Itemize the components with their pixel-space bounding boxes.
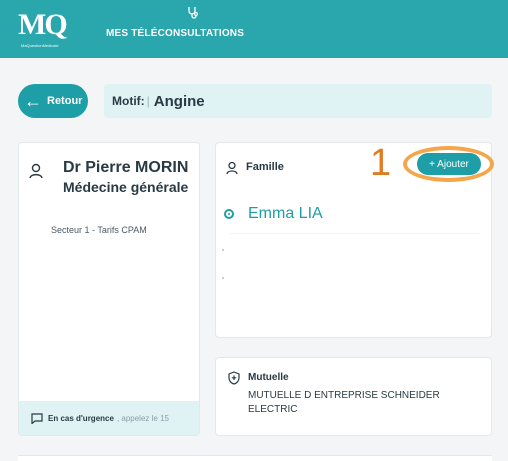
chat-bubble-icon: [31, 412, 43, 424]
divider: [230, 233, 480, 234]
famille-label: Famille: [246, 161, 284, 173]
placeholder-dot: [222, 249, 224, 251]
urgence-rest-text: , appelez le 15: [116, 413, 169, 423]
doctor-name: Dr Pierre MORIN: [63, 159, 189, 176]
nav-title-teleconsultations[interactable]: MES TÉLÉCONSULTATIONS: [106, 28, 244, 39]
member-radio-selected[interactable]: [224, 209, 234, 219]
next-card-edge: [18, 455, 492, 461]
mutuelle-label: Mutuelle: [248, 372, 289, 383]
doctor-sector: Secteur 1 - Tarifs CPAM: [51, 225, 147, 235]
mutuelle-card: Mutuelle MUTUELLE D ENTREPRISE SCHNEIDER…: [215, 357, 492, 436]
placeholder-dot: [222, 277, 224, 279]
app-header: MQ MaQuestionMedicale MES TÉLÉCONSULTATI…: [0, 0, 508, 58]
back-button[interactable]: ← Retour: [18, 84, 88, 118]
step-number-annotation: 1: [370, 142, 392, 184]
app-logo[interactable]: MQ MaQuestionMedicale: [18, 8, 68, 52]
logo-subtitle: MaQuestionMedicale: [21, 43, 59, 48]
motif-separator: |: [146, 94, 150, 108]
urgence-bold-text: En cas d'urgence: [48, 413, 114, 423]
motif-field: Motif: | Angine: [104, 84, 492, 118]
shield-plus-icon: [228, 371, 240, 385]
person-icon: [29, 163, 43, 179]
logo-text: MQ: [18, 8, 68, 41]
motif-value: Angine: [153, 92, 205, 110]
family-member-name[interactable]: Emma LIA: [248, 205, 323, 223]
doctor-card: Dr Pierre MORIN Médecine générale Secteu…: [18, 142, 200, 436]
mutuelle-value: MUTUELLE D ENTREPRISE SCHNEIDER ELECTRIC: [248, 390, 440, 415]
doctor-specialty: Médecine générale: [63, 179, 189, 195]
add-family-member-button[interactable]: + Ajouter: [417, 153, 481, 175]
motif-label: Motif:: [112, 94, 145, 108]
urgence-notice: En cas d'urgence , appelez le 15: [19, 401, 199, 435]
arrow-left-icon: ←: [24, 91, 42, 111]
stethoscope-icon: [188, 7, 198, 19]
person-icon: [226, 161, 238, 175]
back-button-label: Retour: [47, 95, 83, 107]
